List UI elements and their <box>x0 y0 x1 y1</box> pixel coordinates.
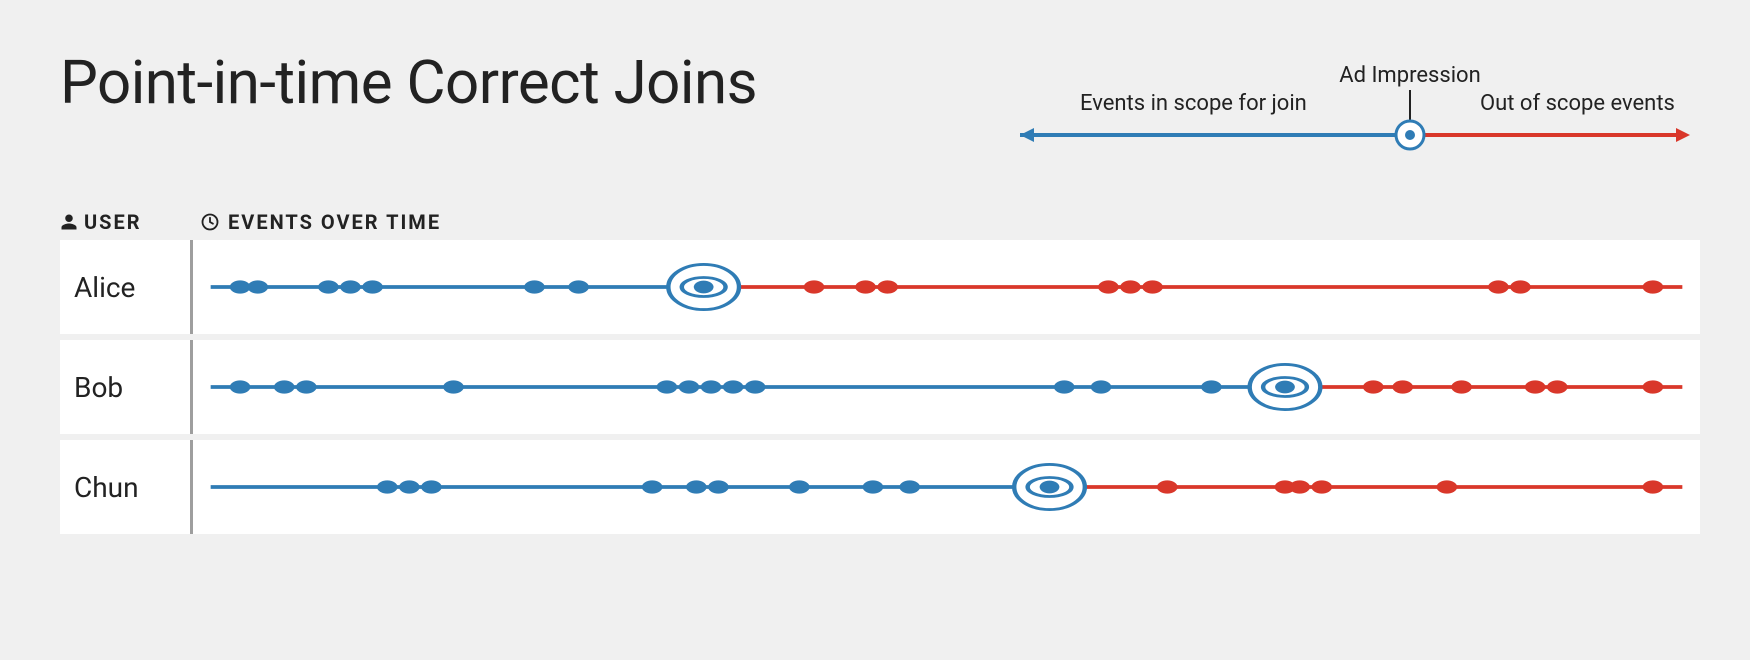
eye-icon <box>668 264 739 309</box>
event-dot-in-scope <box>274 380 295 393</box>
table-row: Alice <box>60 240 1700 340</box>
event-dot-in-scope <box>568 280 589 293</box>
event-dot-in-scope <box>399 480 420 493</box>
event-dot-in-scope <box>1054 380 1075 393</box>
event-dot-in-scope <box>296 380 317 393</box>
column-headers: USER EVENTS OVER TIME <box>60 210 1700 234</box>
timeline <box>190 440 1700 534</box>
event-dot-out-of-scope <box>1643 480 1664 493</box>
user-name: Bob <box>60 371 190 404</box>
user-icon <box>60 213 78 231</box>
eye-icon <box>1250 364 1321 409</box>
event-dot-out-of-scope <box>1157 480 1178 493</box>
event-dot-in-scope <box>230 280 251 293</box>
event-dot-in-scope <box>701 380 722 393</box>
col-user-label: USER <box>84 210 142 234</box>
event-dot-in-scope <box>421 480 442 493</box>
event-dot-in-scope <box>899 480 920 493</box>
event-dot-out-of-scope <box>1392 380 1413 393</box>
event-dot-out-of-scope <box>1547 380 1568 393</box>
event-dot-in-scope <box>362 280 383 293</box>
event-dot-in-scope <box>679 380 700 393</box>
eye-icon <box>1014 464 1085 509</box>
event-dot-out-of-scope <box>1510 280 1531 293</box>
event-dot-out-of-scope <box>1098 280 1119 293</box>
user-name: Alice <box>60 271 190 304</box>
legend: Events in scope for join Ad Impression O… <box>980 60 1700 170</box>
eye-icon <box>1396 121 1424 149</box>
event-dot-in-scope <box>723 380 744 393</box>
event-dot-out-of-scope <box>1311 480 1332 493</box>
event-dot-in-scope <box>657 380 678 393</box>
legend-ad-impression-label: Ad Impression <box>1339 63 1481 88</box>
event-dot-in-scope <box>230 380 251 393</box>
event-dot-out-of-scope <box>1437 480 1458 493</box>
legend-out-of-scope-label: Out of scope events <box>1480 91 1675 116</box>
event-dot-out-of-scope <box>877 280 898 293</box>
event-dot-out-of-scope <box>1363 380 1384 393</box>
event-dot-in-scope <box>443 380 464 393</box>
table-row: Bob <box>60 340 1700 440</box>
table-row: Chun <box>60 440 1700 540</box>
event-dot-out-of-scope <box>1525 380 1546 393</box>
clock-icon <box>200 212 220 232</box>
event-dot-in-scope <box>247 280 268 293</box>
col-events-label: EVENTS OVER TIME <box>228 210 441 234</box>
event-dot-in-scope <box>318 280 339 293</box>
page-title: Point-in-time Correct Joins <box>60 50 757 116</box>
event-dot-in-scope <box>745 380 766 393</box>
user-name: Chun <box>60 471 190 504</box>
timeline-rows: Alice Bob Chun <box>60 240 1700 540</box>
event-dot-in-scope <box>686 480 707 493</box>
legend-in-scope-label: Events in scope for join <box>1080 91 1307 116</box>
event-dot-out-of-scope <box>1451 380 1472 393</box>
event-dot-out-of-scope <box>1289 480 1310 493</box>
event-dot-out-of-scope <box>1142 280 1163 293</box>
timeline <box>190 340 1700 434</box>
event-dot-in-scope <box>789 480 810 493</box>
event-dot-out-of-scope <box>804 280 825 293</box>
event-dot-in-scope <box>340 280 361 293</box>
event-dot-out-of-scope <box>1643 280 1664 293</box>
event-dot-in-scope <box>642 480 663 493</box>
event-dot-in-scope <box>377 480 398 493</box>
event-dot-out-of-scope <box>1488 280 1509 293</box>
event-dot-in-scope <box>708 480 729 493</box>
event-dot-in-scope <box>1091 380 1112 393</box>
event-dot-out-of-scope <box>855 280 876 293</box>
event-dot-in-scope <box>524 280 545 293</box>
event-dot-in-scope <box>1201 380 1222 393</box>
timeline <box>190 240 1700 334</box>
event-dot-out-of-scope <box>1643 380 1664 393</box>
event-dot-out-of-scope <box>1120 280 1141 293</box>
event-dot-in-scope <box>863 480 884 493</box>
